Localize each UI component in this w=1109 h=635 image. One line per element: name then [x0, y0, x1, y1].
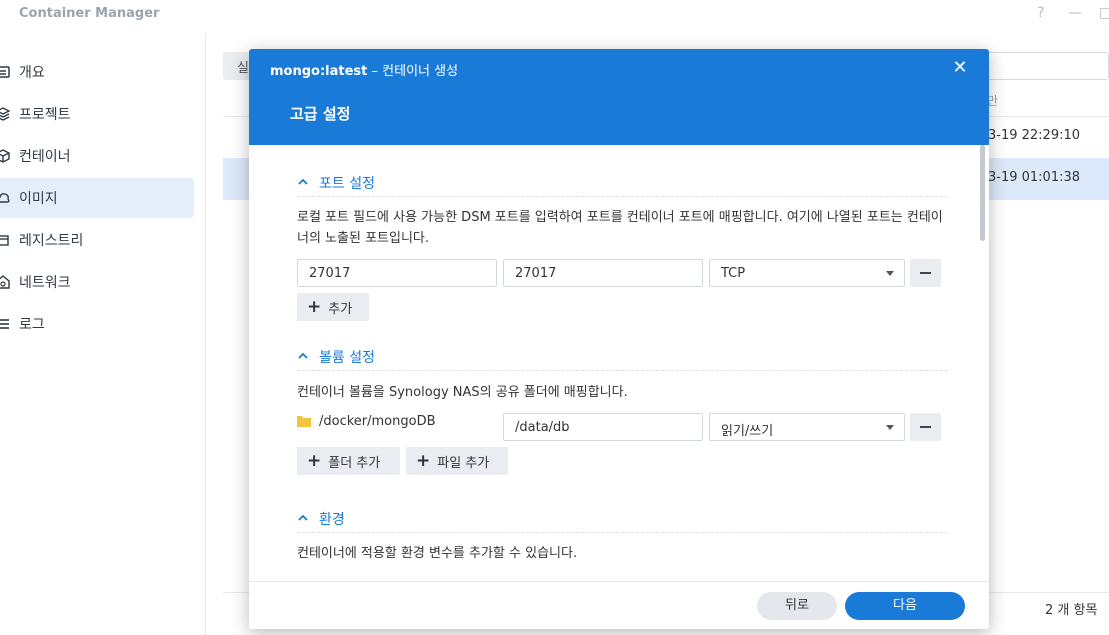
- sidebar-item-image[interactable]: 이미지: [0, 178, 194, 218]
- env-section-header[interactable]: 환경: [297, 509, 948, 533]
- search-input[interactable]: [987, 52, 1109, 80]
- add-port-button[interactable]: + 추가: [297, 293, 369, 321]
- volume-section-title: 볼륨 설정: [319, 350, 375, 366]
- env-section-title: 환경: [319, 512, 345, 528]
- port-section-title: 포트 설정: [319, 176, 375, 192]
- image-icon: [0, 191, 10, 205]
- sidebar-item-overview[interactable]: 개요: [0, 52, 194, 92]
- add-folder-label: 폴더 추가: [328, 455, 381, 471]
- plus-icon: +: [416, 450, 431, 471]
- project-icon: [0, 107, 10, 121]
- add-file-button[interactable]: + 파일 추가: [406, 447, 508, 475]
- plus-icon: +: [307, 450, 322, 471]
- close-icon[interactable]: ✕: [949, 57, 971, 79]
- chevron-down-icon: [886, 425, 894, 430]
- port-section-description: 로컬 포트 필드에 사용 가능한 DSM 포트를 입력하여 포트를 컨테이너 포…: [297, 210, 943, 246]
- back-button[interactable]: 뒤로: [757, 592, 837, 620]
- create-container-dialog: mongo:latest – 컨테이너 생성 ✕ 고급 설정 포트 설정 로컬 …: [249, 49, 989, 629]
- row-timestamp: 3-19 01:01:38: [988, 170, 1081, 185]
- remove-volume-button[interactable]: [910, 413, 941, 441]
- dialog-title-action: – 컨테이너 생성: [367, 64, 459, 79]
- sidebar-item-network[interactable]: 네트워크: [0, 262, 194, 302]
- add-folder-button[interactable]: + 폴더 추가: [297, 447, 400, 475]
- volume-section-description: 컨테이너 볼륨을 Synology NAS의 공유 폴더에 매핑합니다.: [297, 385, 628, 400]
- sidebar-item-label: 프로젝트: [19, 107, 71, 123]
- dialog-footer: 뒤로 다음: [249, 581, 989, 629]
- add-port-label: 추가: [328, 301, 353, 317]
- sidebar-item-project[interactable]: 프로젝트: [0, 94, 194, 134]
- minus-icon: [920, 272, 931, 274]
- app-title: Container Manager: [19, 6, 160, 21]
- chevron-up-icon: [298, 514, 308, 521]
- plus-icon: +: [307, 296, 322, 317]
- chevron-up-icon: [298, 178, 308, 185]
- chevron-down-icon: [886, 271, 894, 276]
- sidebar-item-container[interactable]: 컨테이너: [0, 136, 194, 176]
- overview-icon: [0, 65, 10, 79]
- local-port-input[interactable]: 27017: [297, 259, 497, 287]
- volume-section-header[interactable]: 볼륨 설정: [297, 347, 948, 371]
- network-icon: [0, 275, 10, 289]
- dialog-body: 포트 설정 로컬 포트 필드에 사용 가능한 DSM 포트를 입력하여 포트를 …: [249, 145, 989, 581]
- sidebar-item-log[interactable]: 로그: [0, 304, 194, 344]
- container-icon: [0, 149, 10, 163]
- env-section-description: 컨테이너에 적용할 환경 변수를 추가할 수 있습니다.: [297, 546, 578, 561]
- sidebar-item-label: 이미지: [19, 191, 58, 207]
- sidebar-item-label: 로그: [19, 317, 45, 333]
- add-file-label: 파일 추가: [437, 455, 490, 471]
- port-section-header[interactable]: 포트 설정: [297, 173, 948, 197]
- chevron-up-icon: [298, 352, 308, 359]
- app-titlebar: Container Manager ? — □: [0, 0, 1109, 34]
- folder-icon: [297, 416, 311, 427]
- dialog-step-title: 고급 설정: [290, 105, 351, 123]
- container-port-input[interactable]: 27017: [503, 259, 703, 287]
- permission-value: 읽기/쓰기: [721, 424, 774, 439]
- sidebar-item-registry[interactable]: 레지스트리: [0, 220, 194, 260]
- dialog-scrollbar[interactable]: [978, 145, 986, 241]
- scrollbar-thumb[interactable]: [980, 145, 985, 241]
- maximize-icon[interactable]: □: [1099, 5, 1109, 21]
- permission-select[interactable]: 읽기/쓰기: [709, 413, 905, 441]
- help-icon[interactable]: ?: [1037, 5, 1044, 21]
- volume-folder-path: /docker/mongoDB: [319, 413, 436, 429]
- minimize-icon[interactable]: —: [1068, 5, 1082, 21]
- item-count: 2 개 항목: [1045, 603, 1098, 618]
- protocol-select[interactable]: TCP: [709, 259, 905, 287]
- sidebar-item-label: 레지스트리: [19, 233, 84, 249]
- sidebar-item-label: 네트워크: [19, 275, 71, 291]
- log-icon: [0, 317, 10, 331]
- sidebar: 개요 프로젝트 컨테이너 이미지 레지스트리 네트워크 로그: [0, 34, 206, 635]
- mount-path-input[interactable]: /data/db: [503, 413, 703, 441]
- minus-icon: [920, 426, 931, 428]
- dialog-header: mongo:latest – 컨테이너 생성 ✕ 고급 설정: [249, 49, 989, 145]
- sidebar-item-label: 개요: [19, 65, 45, 81]
- protocol-value: TCP: [721, 266, 746, 281]
- next-button[interactable]: 다음: [845, 592, 965, 620]
- registry-icon: [0, 233, 10, 247]
- remove-port-button[interactable]: [910, 259, 941, 287]
- dialog-title: mongo:latest – 컨테이너 생성: [270, 60, 458, 79]
- sidebar-item-label: 컨테이너: [19, 149, 71, 165]
- volume-folder[interactable]: /docker/mongoDB: [297, 407, 436, 435]
- row-timestamp: 3-19 22:29:10: [988, 128, 1081, 143]
- dialog-title-image: mongo:latest: [270, 64, 368, 79]
